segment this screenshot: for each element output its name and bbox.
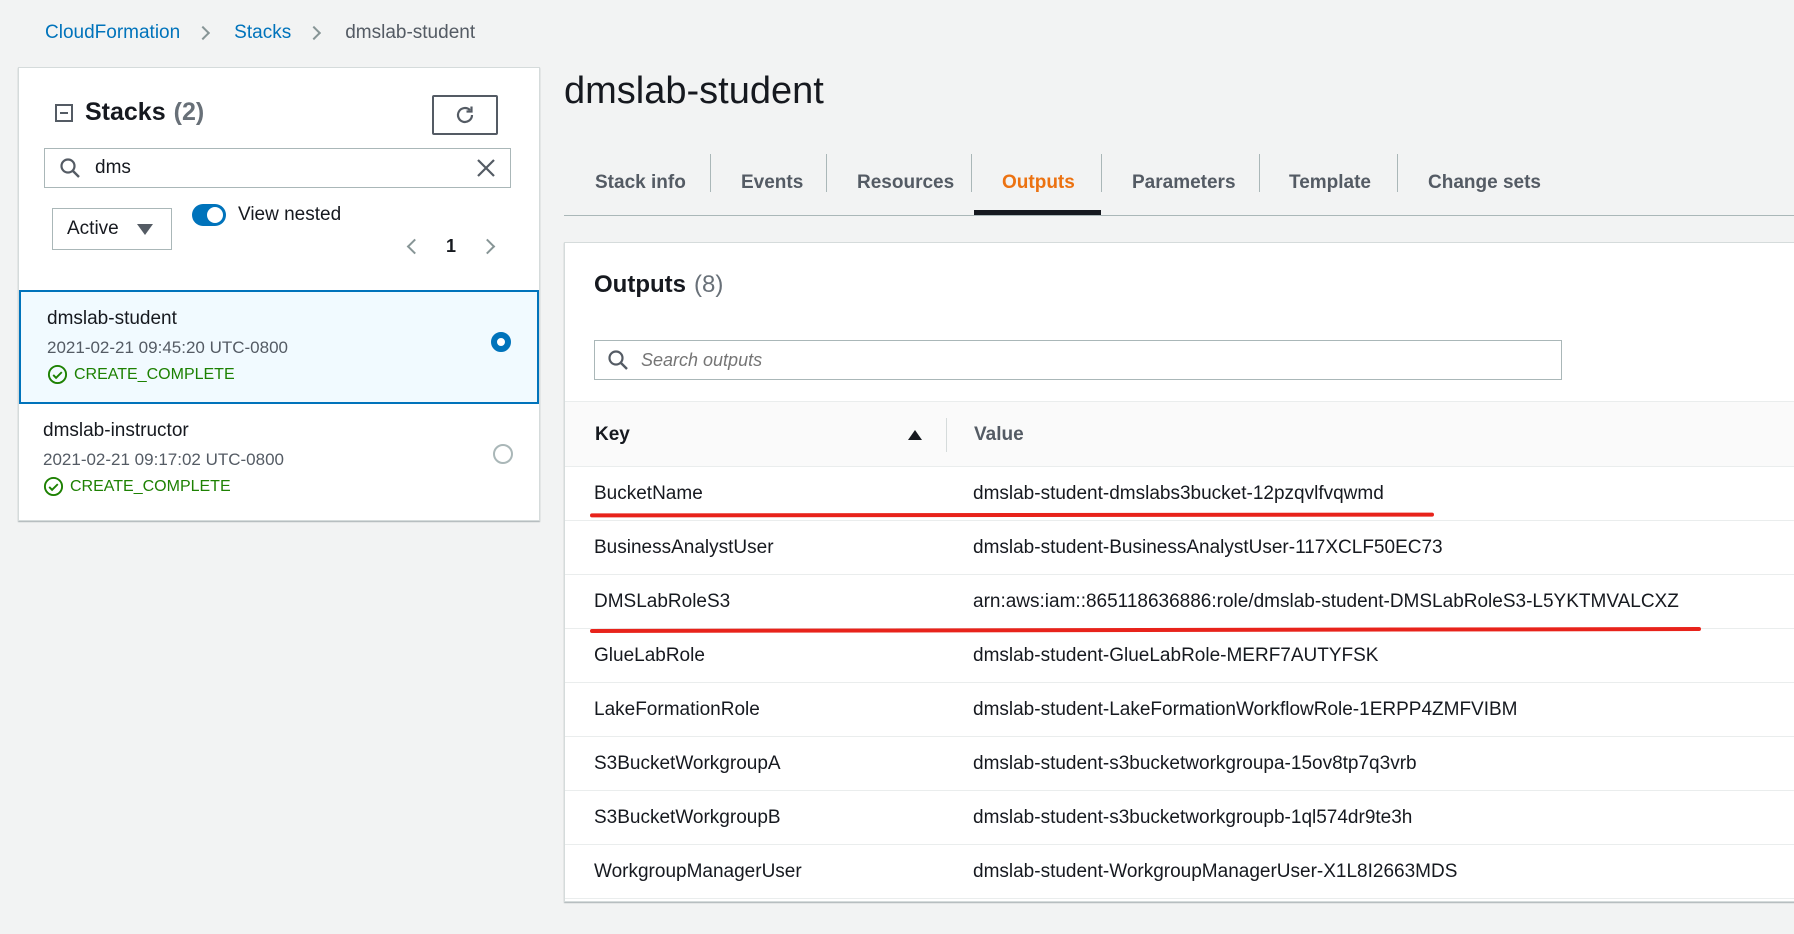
column-divider: [946, 418, 947, 452]
stack-radio-button[interactable]: [491, 332, 511, 352]
search-icon: [60, 158, 80, 178]
output-value: arn:aws:iam::865118636886:role/dmslab-st…: [973, 591, 1679, 612]
search-icon: [608, 350, 628, 370]
output-key: S3BucketWorkgroupB: [594, 807, 781, 828]
tab-parameters[interactable]: Parameters: [1132, 150, 1236, 216]
sort-ascending-icon[interactable]: [908, 430, 922, 440]
chevron-right-icon: [196, 25, 211, 41]
tab-stack-info[interactable]: Stack info: [595, 150, 686, 216]
stacks-panel: Stacks (2) dms Active View nested 1 dmsl…: [18, 67, 540, 521]
output-key: GlueLabRole: [594, 645, 705, 666]
stack-timestamp: 2021-02-21 09:17:02 UTC-0800: [43, 450, 284, 469]
page-number[interactable]: 1: [446, 236, 456, 257]
stack-name[interactable]: dmslab-instructor: [43, 420, 189, 442]
stack-status-text: CREATE_COMPLETE: [70, 477, 231, 495]
table-row: LakeFormationRole dmslab-student-LakeFor…: [565, 683, 1794, 737]
collapse-panel-icon[interactable]: [55, 103, 73, 122]
stack-list-item[interactable]: dmslab-student 2021-02-21 09:45:20 UTC-0…: [19, 290, 539, 404]
output-key: WorkgroupManagerUser: [594, 861, 802, 882]
close-icon[interactable]: [476, 158, 496, 178]
breadcrumb-cloudformation[interactable]: CloudFormation: [45, 22, 180, 44]
status-filter-select[interactable]: Active: [52, 208, 172, 250]
tab-change-sets[interactable]: Change sets: [1428, 150, 1541, 216]
output-key: BucketName: [594, 483, 703, 504]
output-value: dmslab-student-LakeFormationWorkflowRole…: [973, 699, 1518, 720]
chevron-right-icon: [307, 25, 322, 41]
stack-name[interactable]: dmslab-student: [47, 308, 177, 330]
breadcrumb-stacks[interactable]: Stacks: [234, 22, 291, 44]
stacks-header: Stacks (2): [55, 98, 204, 127]
active-tab-indicator: [974, 210, 1101, 215]
refresh-icon: [456, 106, 474, 124]
outputs-count: (8): [693, 271, 724, 298]
output-key: DMSLabRoleS3: [594, 591, 731, 612]
tab-bar: Stack info Events Resources Outputs Para…: [564, 150, 1794, 216]
tab-divider: [971, 154, 972, 192]
status-filter-value: Active: [67, 218, 119, 239]
stack-list-item[interactable]: dmslab-instructor 2021-02-21 09:17:02 UT…: [19, 404, 539, 516]
tab-divider: [1101, 154, 1102, 192]
output-key: LakeFormationRole: [594, 699, 760, 720]
stacks-count: (2): [173, 98, 205, 126]
page-title: dmslab-student: [564, 70, 824, 112]
tab-outputs[interactable]: Outputs: [1002, 150, 1075, 216]
table-row: S3BucketWorkgroupB dmslab-student-s3buck…: [565, 791, 1794, 845]
breadcrumb: CloudFormation Stacks dmslab-student: [45, 20, 475, 46]
output-value: dmslab-student-GlueLabRole-MERF7AUTYFSK: [973, 645, 1379, 666]
tab-template[interactable]: Template: [1289, 150, 1371, 216]
stack-timestamp: 2021-02-21 09:45:20 UTC-0800: [47, 338, 288, 357]
outputs-search-input[interactable]: [641, 349, 1501, 371]
pagination: 1: [406, 236, 496, 257]
view-nested-toggle[interactable]: [192, 204, 226, 226]
outputs-search-field[interactable]: [594, 340, 1562, 380]
stack-search-field[interactable]: dms: [44, 148, 511, 188]
outputs-header: Outputs (8): [594, 271, 723, 299]
check-circle-icon: [47, 364, 68, 385]
output-key: BusinessAnalystUser: [594, 537, 774, 558]
output-value: dmslab-student-s3bucketworkgroupb-1ql574…: [973, 807, 1413, 828]
output-value: dmslab-student-WorkgroupManagerUser-X1L8…: [973, 861, 1458, 882]
output-value: dmslab-student-dmslabs3bucket-12pzqvlfvq…: [973, 483, 1384, 504]
table-row: BusinessAnalystUser dmslab-student-Busin…: [565, 521, 1794, 575]
tab-events[interactable]: Events: [741, 150, 803, 216]
table-row: DMSLabRoleS3 arn:aws:iam::865118636886:r…: [565, 575, 1794, 629]
chevron-left-icon[interactable]: [406, 238, 423, 255]
stack-search-input[interactable]: dms: [95, 157, 476, 179]
caret-down-icon: [137, 224, 153, 235]
breadcrumb-current: dmslab-student: [345, 22, 476, 43]
check-circle-icon: [43, 476, 64, 497]
stack-status: CREATE_COMPLETE: [43, 476, 231, 497]
output-value: dmslab-student-s3bucketworkgroupa-15ov8t…: [973, 753, 1417, 774]
table-row: GlueLabRole dmslab-student-GlueLabRole-M…: [565, 629, 1794, 683]
output-value: dmslab-student-BusinessAnalystUser-117XC…: [973, 537, 1443, 558]
tab-divider: [710, 154, 711, 192]
stack-status-text: CREATE_COMPLETE: [74, 365, 235, 383]
tab-divider: [1397, 154, 1398, 192]
column-header-value[interactable]: Value: [974, 424, 1024, 446]
refresh-button[interactable]: [432, 95, 498, 135]
outputs-title: Outputs: [594, 271, 686, 298]
output-key: S3BucketWorkgroupA: [594, 753, 781, 774]
tab-divider: [1259, 154, 1260, 192]
tab-resources[interactable]: Resources: [857, 150, 954, 216]
tab-divider: [826, 154, 827, 192]
chevron-right-icon[interactable]: [479, 238, 496, 255]
stack-radio-button[interactable]: [493, 444, 513, 464]
view-nested-label: View nested: [238, 204, 342, 225]
table-row: S3BucketWorkgroupA dmslab-student-s3buck…: [565, 737, 1794, 791]
stacks-title: Stacks: [85, 98, 166, 126]
column-header-key[interactable]: Key: [595, 424, 630, 446]
outputs-table-header: Key Value: [565, 401, 1794, 467]
outputs-panel: Outputs (8) Key Value BucketName dmslab-…: [564, 242, 1794, 902]
table-row: WorkgroupManagerUser dmslab-student-Work…: [565, 845, 1794, 899]
annotation-underline: [589, 512, 1435, 518]
stack-status: CREATE_COMPLETE: [47, 364, 235, 385]
